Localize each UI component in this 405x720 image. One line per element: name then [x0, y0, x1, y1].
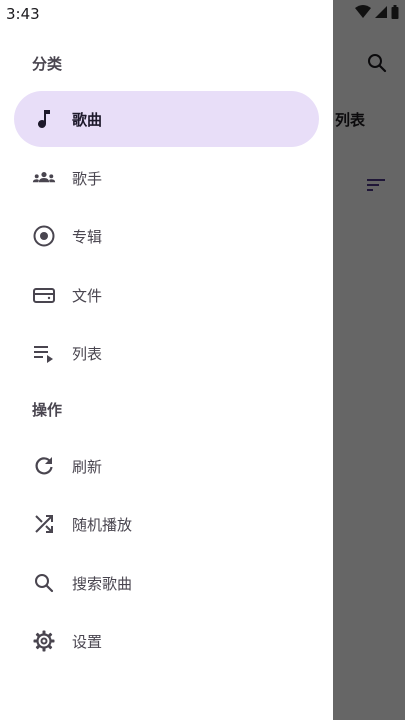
shuffle-icon: [32, 512, 56, 536]
nav-item-songs[interactable]: 歌曲: [14, 91, 319, 147]
nav-item-label: 设置: [72, 632, 103, 651]
nav-item-settings[interactable]: 设置: [14, 613, 319, 669]
signal-icon: [375, 6, 387, 18]
nav-item-label: 刷新: [72, 457, 103, 476]
refresh-icon: [32, 454, 56, 478]
nav-item-label: 歌手: [72, 169, 103, 188]
battery-icon: [391, 5, 399, 19]
nav-item-label: 歌曲: [72, 110, 103, 129]
nav-item-label: 列表: [72, 344, 103, 363]
section-title-categories: 分类: [32, 55, 63, 73]
screen: 列表 3:43 分类 歌曲: [0, 0, 405, 720]
section-title-actions: 操作: [32, 401, 63, 419]
music-note-icon: [32, 107, 56, 131]
nav-item-playlists[interactable]: 列表: [14, 325, 319, 381]
nav-item-files[interactable]: 文件: [14, 267, 319, 323]
people-icon: [32, 166, 56, 190]
nav-item-label: 搜索歌曲: [72, 574, 133, 593]
search-icon: [32, 571, 56, 595]
gear-icon: [32, 629, 56, 653]
nav-item-search-songs[interactable]: 搜索歌曲: [14, 555, 319, 611]
wifi-icon: [355, 5, 371, 18]
status-time: 3:43: [6, 5, 40, 23]
playlist-icon: [32, 341, 56, 365]
nav-item-artists[interactable]: 歌手: [14, 150, 319, 206]
nav-item-shuffle[interactable]: 随机播放: [14, 496, 319, 552]
nav-item-label: 随机播放: [72, 515, 133, 534]
navigation-drawer: 3:43 分类 歌曲 歌手 专辑 文件 列表 操作 刷新 随机播放 搜索歌曲 设…: [0, 0, 333, 720]
nav-item-refresh[interactable]: 刷新: [14, 438, 319, 494]
status-icons: [355, 5, 399, 19]
album-icon: [32, 224, 56, 248]
nav-item-label: 文件: [72, 286, 103, 305]
nav-item-label: 专辑: [72, 227, 103, 246]
nav-item-albums[interactable]: 专辑: [14, 208, 319, 264]
folder-icon: [32, 283, 56, 307]
